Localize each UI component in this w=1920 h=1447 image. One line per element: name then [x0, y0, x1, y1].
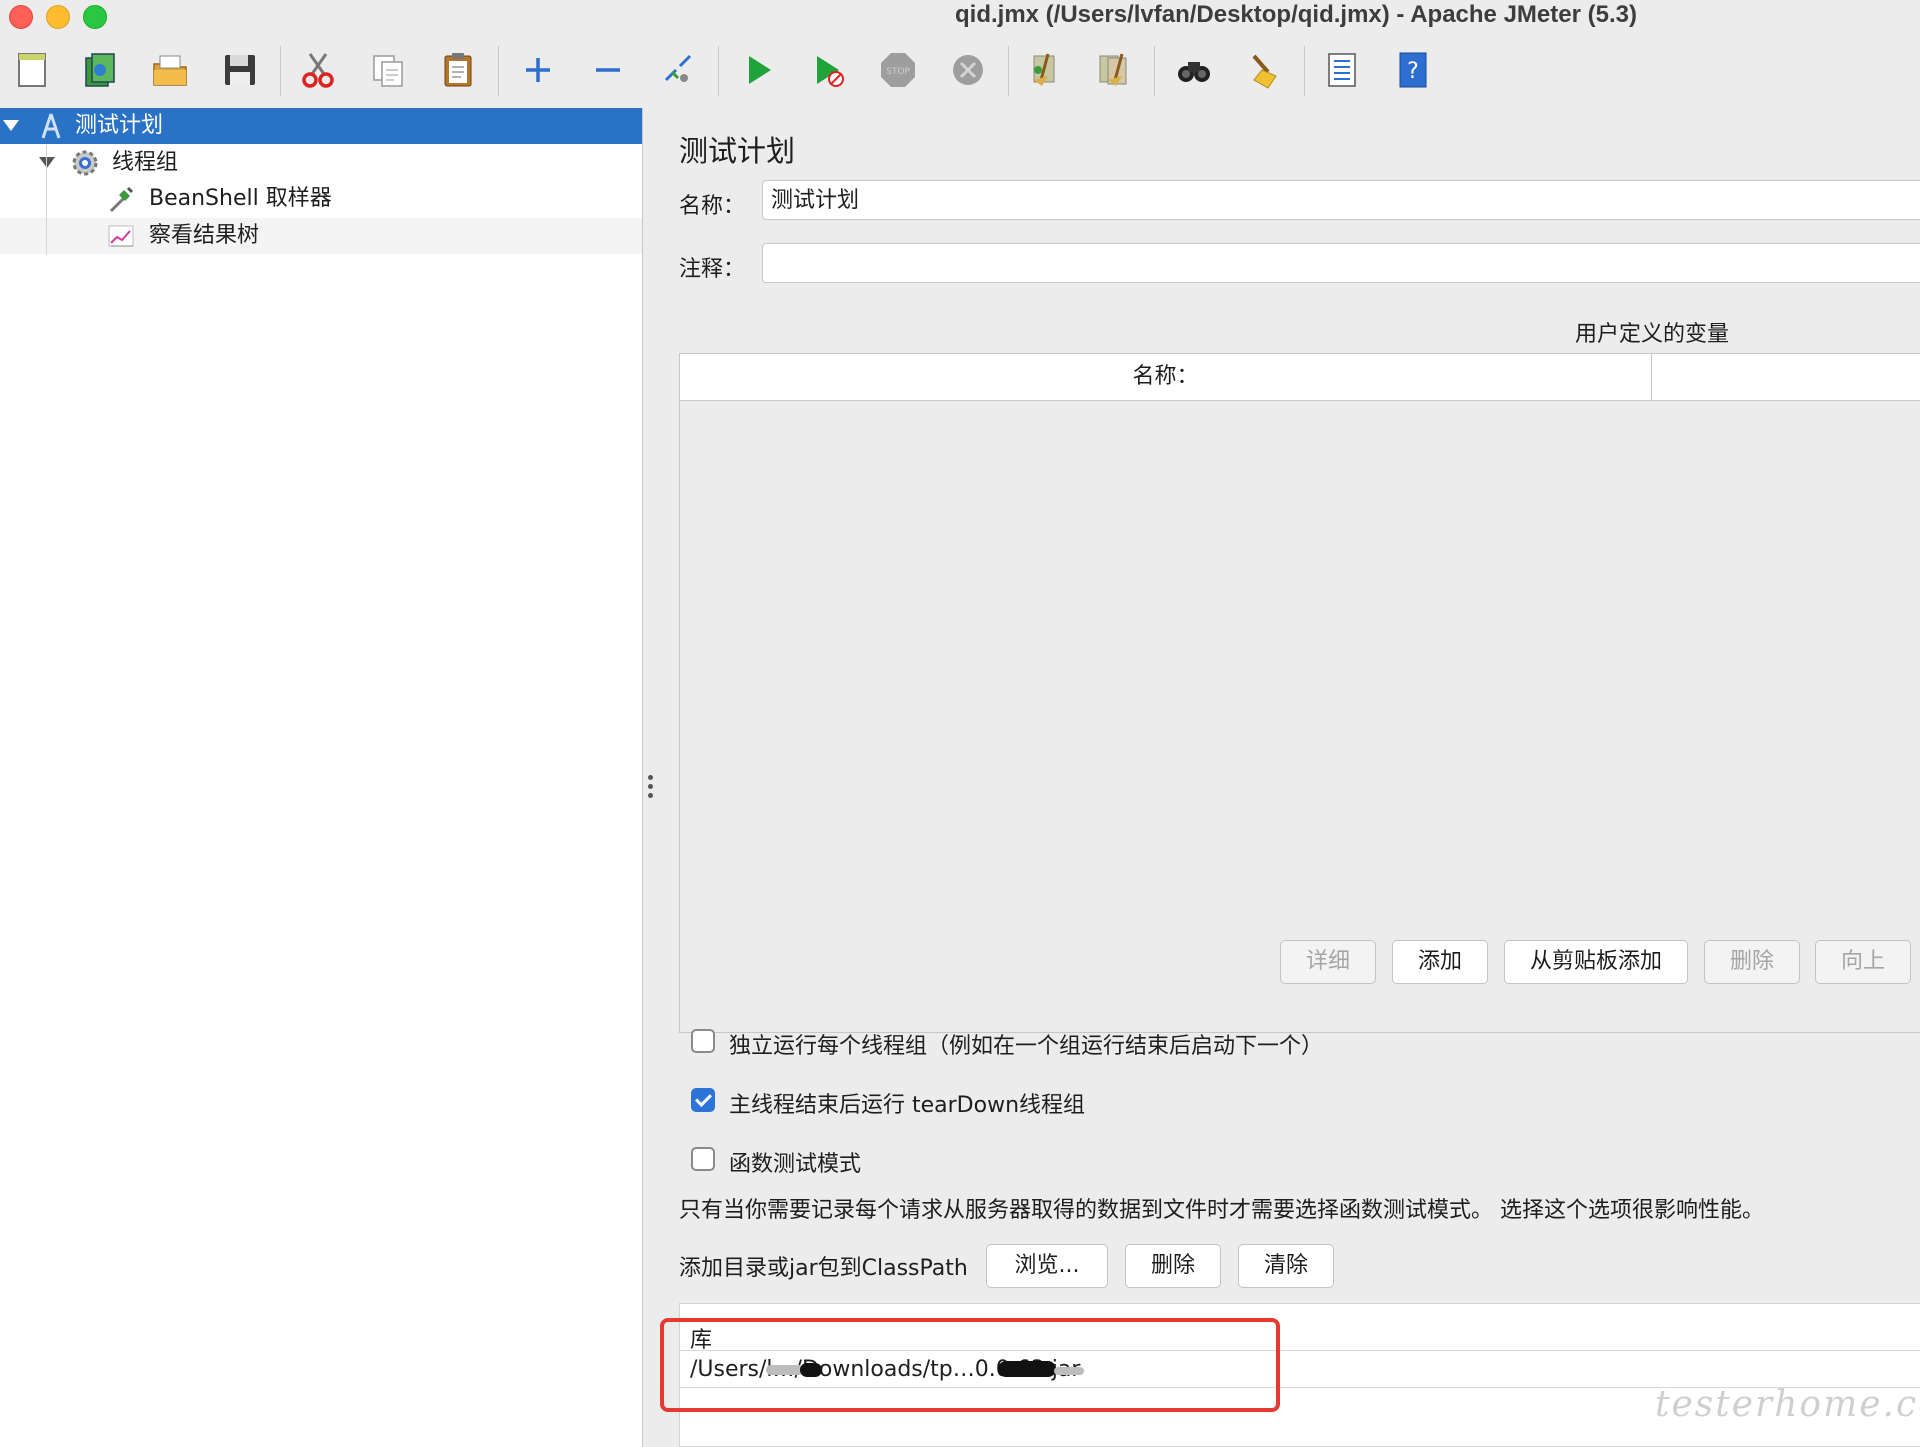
tree-node-test-plan[interactable]: 测试计划	[0, 108, 642, 144]
shutdown-icon[interactable]	[946, 48, 990, 92]
clear-all-icon[interactable]	[1092, 48, 1136, 92]
test-plan-panel: 测试计划 名称： 测试计划 注释： 用户定义的变量 名称： 详细 添加 从剪贴板…	[660, 108, 1920, 1447]
expand-arrow-icon[interactable]	[3, 120, 19, 131]
templates-icon[interactable]	[78, 48, 122, 92]
run-consecutively-label: 独立运行每个线程组（例如在一个组运行结束后启动下一个）	[729, 1034, 1324, 1059]
run-teardown-checkbox[interactable]	[691, 1088, 715, 1112]
save-icon[interactable]	[218, 48, 262, 92]
add-button[interactable]: 添加	[1392, 940, 1488, 984]
collapse-icon[interactable]	[586, 48, 630, 92]
test-tree: 测试计划 线程组 BeanShell 取样器 察看结果树	[0, 108, 643, 1447]
split-pane-handle[interactable]	[648, 775, 654, 802]
sampler-pipette-icon	[106, 184, 136, 214]
new-icon[interactable]	[10, 48, 54, 92]
highlight-annotation-box	[660, 1318, 1280, 1412]
name-label: 名称：	[679, 194, 746, 219]
test-plan-icon	[36, 111, 66, 141]
start-no-pause-icon[interactable]	[806, 48, 850, 92]
tree-guide-line	[46, 145, 47, 255]
move-up-button[interactable]: 向上	[1815, 940, 1911, 984]
table-header: 名称：	[680, 354, 1920, 401]
tree-node-label: 线程组	[112, 150, 179, 175]
watermark: testerhome.com	[1655, 1384, 1920, 1425]
user-variables-table[interactable]: 名称：	[679, 353, 1920, 1033]
search-icon[interactable]	[1172, 48, 1216, 92]
tree-node-label: 察看结果树	[149, 223, 260, 248]
classpath-delete-button[interactable]: 删除	[1125, 1244, 1221, 1288]
tree-node-label: BeanShell 取样器	[149, 186, 332, 211]
help-icon[interactable]: ?	[1390, 48, 1434, 92]
svg-text:?: ?	[1407, 59, 1419, 84]
functional-test-mode-checkbox[interactable]	[691, 1147, 715, 1171]
comment-label: 注释：	[679, 257, 746, 282]
functional-test-mode-label: 函数测试模式	[729, 1152, 862, 1177]
maximize-window-button[interactable]	[83, 5, 107, 29]
tree-node-thread-group[interactable]: 线程组	[0, 145, 642, 181]
close-window-button[interactable]	[9, 5, 33, 29]
panel-title: 测试计划	[679, 134, 796, 168]
classpath-clear-button[interactable]: 清除	[1238, 1244, 1334, 1288]
run-thread-groups-consecutively-checkbox[interactable]	[691, 1029, 715, 1053]
toolbar: STOP ?	[0, 34, 1920, 108]
svg-text:STOP: STOP	[886, 67, 910, 77]
cut-icon[interactable]	[296, 48, 340, 92]
expand-icon[interactable]	[516, 48, 560, 92]
run-teardown-label: 主线程结束后运行 tearDown线程组	[729, 1093, 1086, 1118]
window-title: qid.jmx (/Users/lvfan/Desktop/qid.jmx) -…	[955, 1, 1637, 28]
minimize-window-button[interactable]	[46, 5, 70, 29]
functional-mode-note: 只有当你需要记录每个请求从服务器取得的数据到文件时才需要选择函数测试模式。 选择…	[679, 1198, 1764, 1223]
tree-node-label: 测试计划	[75, 113, 164, 138]
title-bar: qid.jmx (/Users/lvfan/Desktop/qid.jmx) -…	[0, 0, 1920, 30]
user-defined-variables-title: 用户定义的变量	[1575, 322, 1730, 347]
toggle-icon[interactable]	[656, 48, 700, 92]
open-icon[interactable]	[148, 48, 192, 92]
copy-icon[interactable]	[366, 48, 410, 92]
reset-search-icon[interactable]	[1242, 48, 1286, 92]
stop-icon[interactable]: STOP	[876, 48, 920, 92]
expand-arrow-icon[interactable]	[39, 157, 55, 168]
start-icon[interactable]	[736, 48, 780, 92]
results-tree-chart-icon	[106, 221, 136, 251]
name-field[interactable]: 测试计划	[762, 180, 1920, 220]
column-header-name[interactable]: 名称：	[680, 354, 1652, 400]
add-from-clipboard-button[interactable]: 从剪贴板添加	[1504, 940, 1688, 984]
detail-button[interactable]: 详细	[1280, 940, 1376, 984]
tree-node-beanshell-sampler[interactable]: BeanShell 取样器	[0, 181, 642, 217]
thread-group-gear-icon	[70, 148, 100, 178]
clear-icon[interactable]	[1022, 48, 1066, 92]
browse-button[interactable]: 浏览...	[986, 1244, 1108, 1288]
paste-icon[interactable]	[436, 48, 480, 92]
function-helper-icon[interactable]	[1320, 48, 1364, 92]
classpath-label: 添加目录或jar包到ClassPath	[679, 1256, 968, 1281]
comment-field[interactable]	[762, 243, 1920, 283]
delete-variable-button[interactable]: 删除	[1704, 940, 1800, 984]
tree-node-view-results-tree[interactable]: 察看结果树	[0, 218, 642, 254]
